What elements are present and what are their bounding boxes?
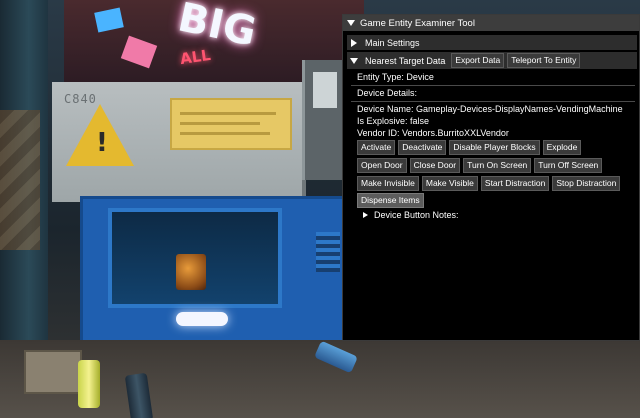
device-details-heading: Device Details: bbox=[357, 88, 418, 98]
dispense-items-button[interactable]: Dispense Items bbox=[357, 193, 424, 208]
close-door-button[interactable]: Close Door bbox=[409, 158, 461, 173]
make-invisible-button[interactable]: Make Invisible bbox=[357, 176, 419, 191]
crate bbox=[24, 350, 82, 394]
plate-line bbox=[180, 132, 270, 135]
button-row-3: Make Invisible Make Visible Start Distra… bbox=[357, 176, 621, 191]
window-titlebar[interactable]: Game Entity Examiner Tool bbox=[343, 15, 639, 31]
button-row-2: Open Door Close Door Turn On Screen Turn… bbox=[357, 158, 603, 173]
window-title: Game Entity Examiner Tool bbox=[360, 17, 475, 29]
info-plate bbox=[170, 98, 292, 150]
turn-on-screen-button[interactable]: Turn On Screen bbox=[463, 158, 532, 173]
entity-examiner-window[interactable]: Game Entity Examiner Tool Main Settings … bbox=[342, 14, 640, 341]
main-settings-label: Main Settings bbox=[365, 37, 420, 48]
soda-can bbox=[78, 360, 100, 408]
start-distraction-button[interactable]: Start Distraction bbox=[480, 176, 550, 191]
turn-off-screen-button[interactable]: Turn Off Screen bbox=[534, 158, 603, 173]
nearest-target-header[interactable]: Nearest Target Data Export Data Teleport… bbox=[347, 52, 637, 69]
main-settings-header[interactable]: Main Settings bbox=[347, 35, 637, 50]
device-button-notes-label: Device Button Notes: bbox=[374, 210, 459, 220]
device-name-text: Device Name: Gameplay-Devices-DisplayNam… bbox=[357, 104, 623, 114]
collapse-arrow-icon[interactable] bbox=[350, 57, 358, 64]
plate-line bbox=[180, 122, 260, 125]
disable-player-blocks-button[interactable]: Disable Player Blocks bbox=[449, 140, 540, 155]
export-data-button[interactable]: Export Data bbox=[451, 53, 505, 68]
machine-screen bbox=[313, 72, 337, 108]
expand-arrow-icon[interactable] bbox=[351, 38, 357, 47]
expand-arrow-icon[interactable] bbox=[363, 212, 368, 218]
divider bbox=[351, 101, 635, 102]
explode-button[interactable]: Explode bbox=[542, 140, 582, 155]
vent-grille bbox=[316, 232, 340, 272]
dispense-slot bbox=[176, 312, 228, 326]
divider bbox=[351, 85, 635, 86]
vendor-id-text: Vendor ID: Vendors.BurritoXXLVendor bbox=[357, 128, 509, 138]
adjacent-machine bbox=[302, 60, 345, 180]
teleport-to-entity-button[interactable]: Teleport To Entity bbox=[507, 53, 581, 68]
entity-type-text: Entity Type: Device bbox=[357, 72, 434, 82]
vending-item bbox=[176, 254, 206, 290]
stop-distraction-button[interactable]: Stop Distraction bbox=[552, 176, 621, 191]
is-explosive-text: Is Explosive: false bbox=[357, 116, 430, 126]
button-row-1: Activate Deactivate Disable Player Block… bbox=[357, 140, 582, 155]
open-door-button[interactable]: Open Door bbox=[357, 158, 407, 173]
button-row-4: Dispense Items bbox=[357, 193, 424, 208]
device-button-notes-node[interactable]: Device Button Notes: bbox=[363, 210, 459, 220]
plate-line bbox=[180, 112, 276, 115]
deactivate-button[interactable]: Deactivate bbox=[398, 140, 447, 155]
collapse-triangle-icon[interactable] bbox=[347, 20, 355, 26]
activate-button[interactable]: Activate bbox=[357, 140, 396, 155]
warning-mark: ! bbox=[96, 128, 108, 158]
nearest-target-label: Nearest Target Data bbox=[365, 55, 446, 66]
make-visible-button[interactable]: Make Visible bbox=[421, 176, 478, 191]
hazard-stripes bbox=[0, 110, 40, 250]
